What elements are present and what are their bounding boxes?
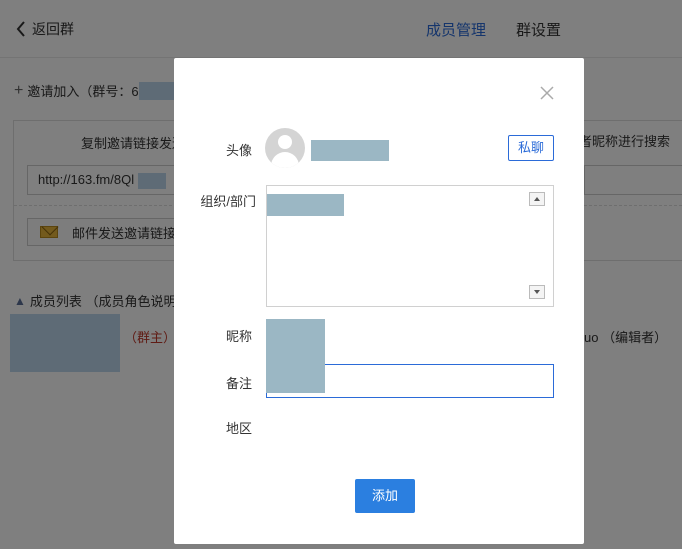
avatar xyxy=(265,128,305,168)
nickname-label: 昵称 xyxy=(225,329,252,344)
note-label: 备注 xyxy=(225,376,252,391)
member-detail-modal: 头像 私聊 组织/部门 昵称 备注 地区 添加 xyxy=(174,58,584,544)
scroll-down-icon[interactable] xyxy=(529,285,545,299)
org-department-list[interactable] xyxy=(266,185,554,307)
private-chat-button[interactable]: 私聊 xyxy=(508,135,554,161)
avatar-label: 头像 xyxy=(225,143,252,158)
redacted-name xyxy=(311,140,389,161)
redacted-nickname xyxy=(266,319,325,393)
org-label: 组织/部门 xyxy=(200,194,256,209)
redacted-org xyxy=(267,194,344,216)
region-label: 地区 xyxy=(225,421,252,436)
add-button[interactable]: 添加 xyxy=(355,479,415,513)
close-icon[interactable] xyxy=(538,84,556,102)
scroll-up-icon[interactable] xyxy=(529,192,545,206)
